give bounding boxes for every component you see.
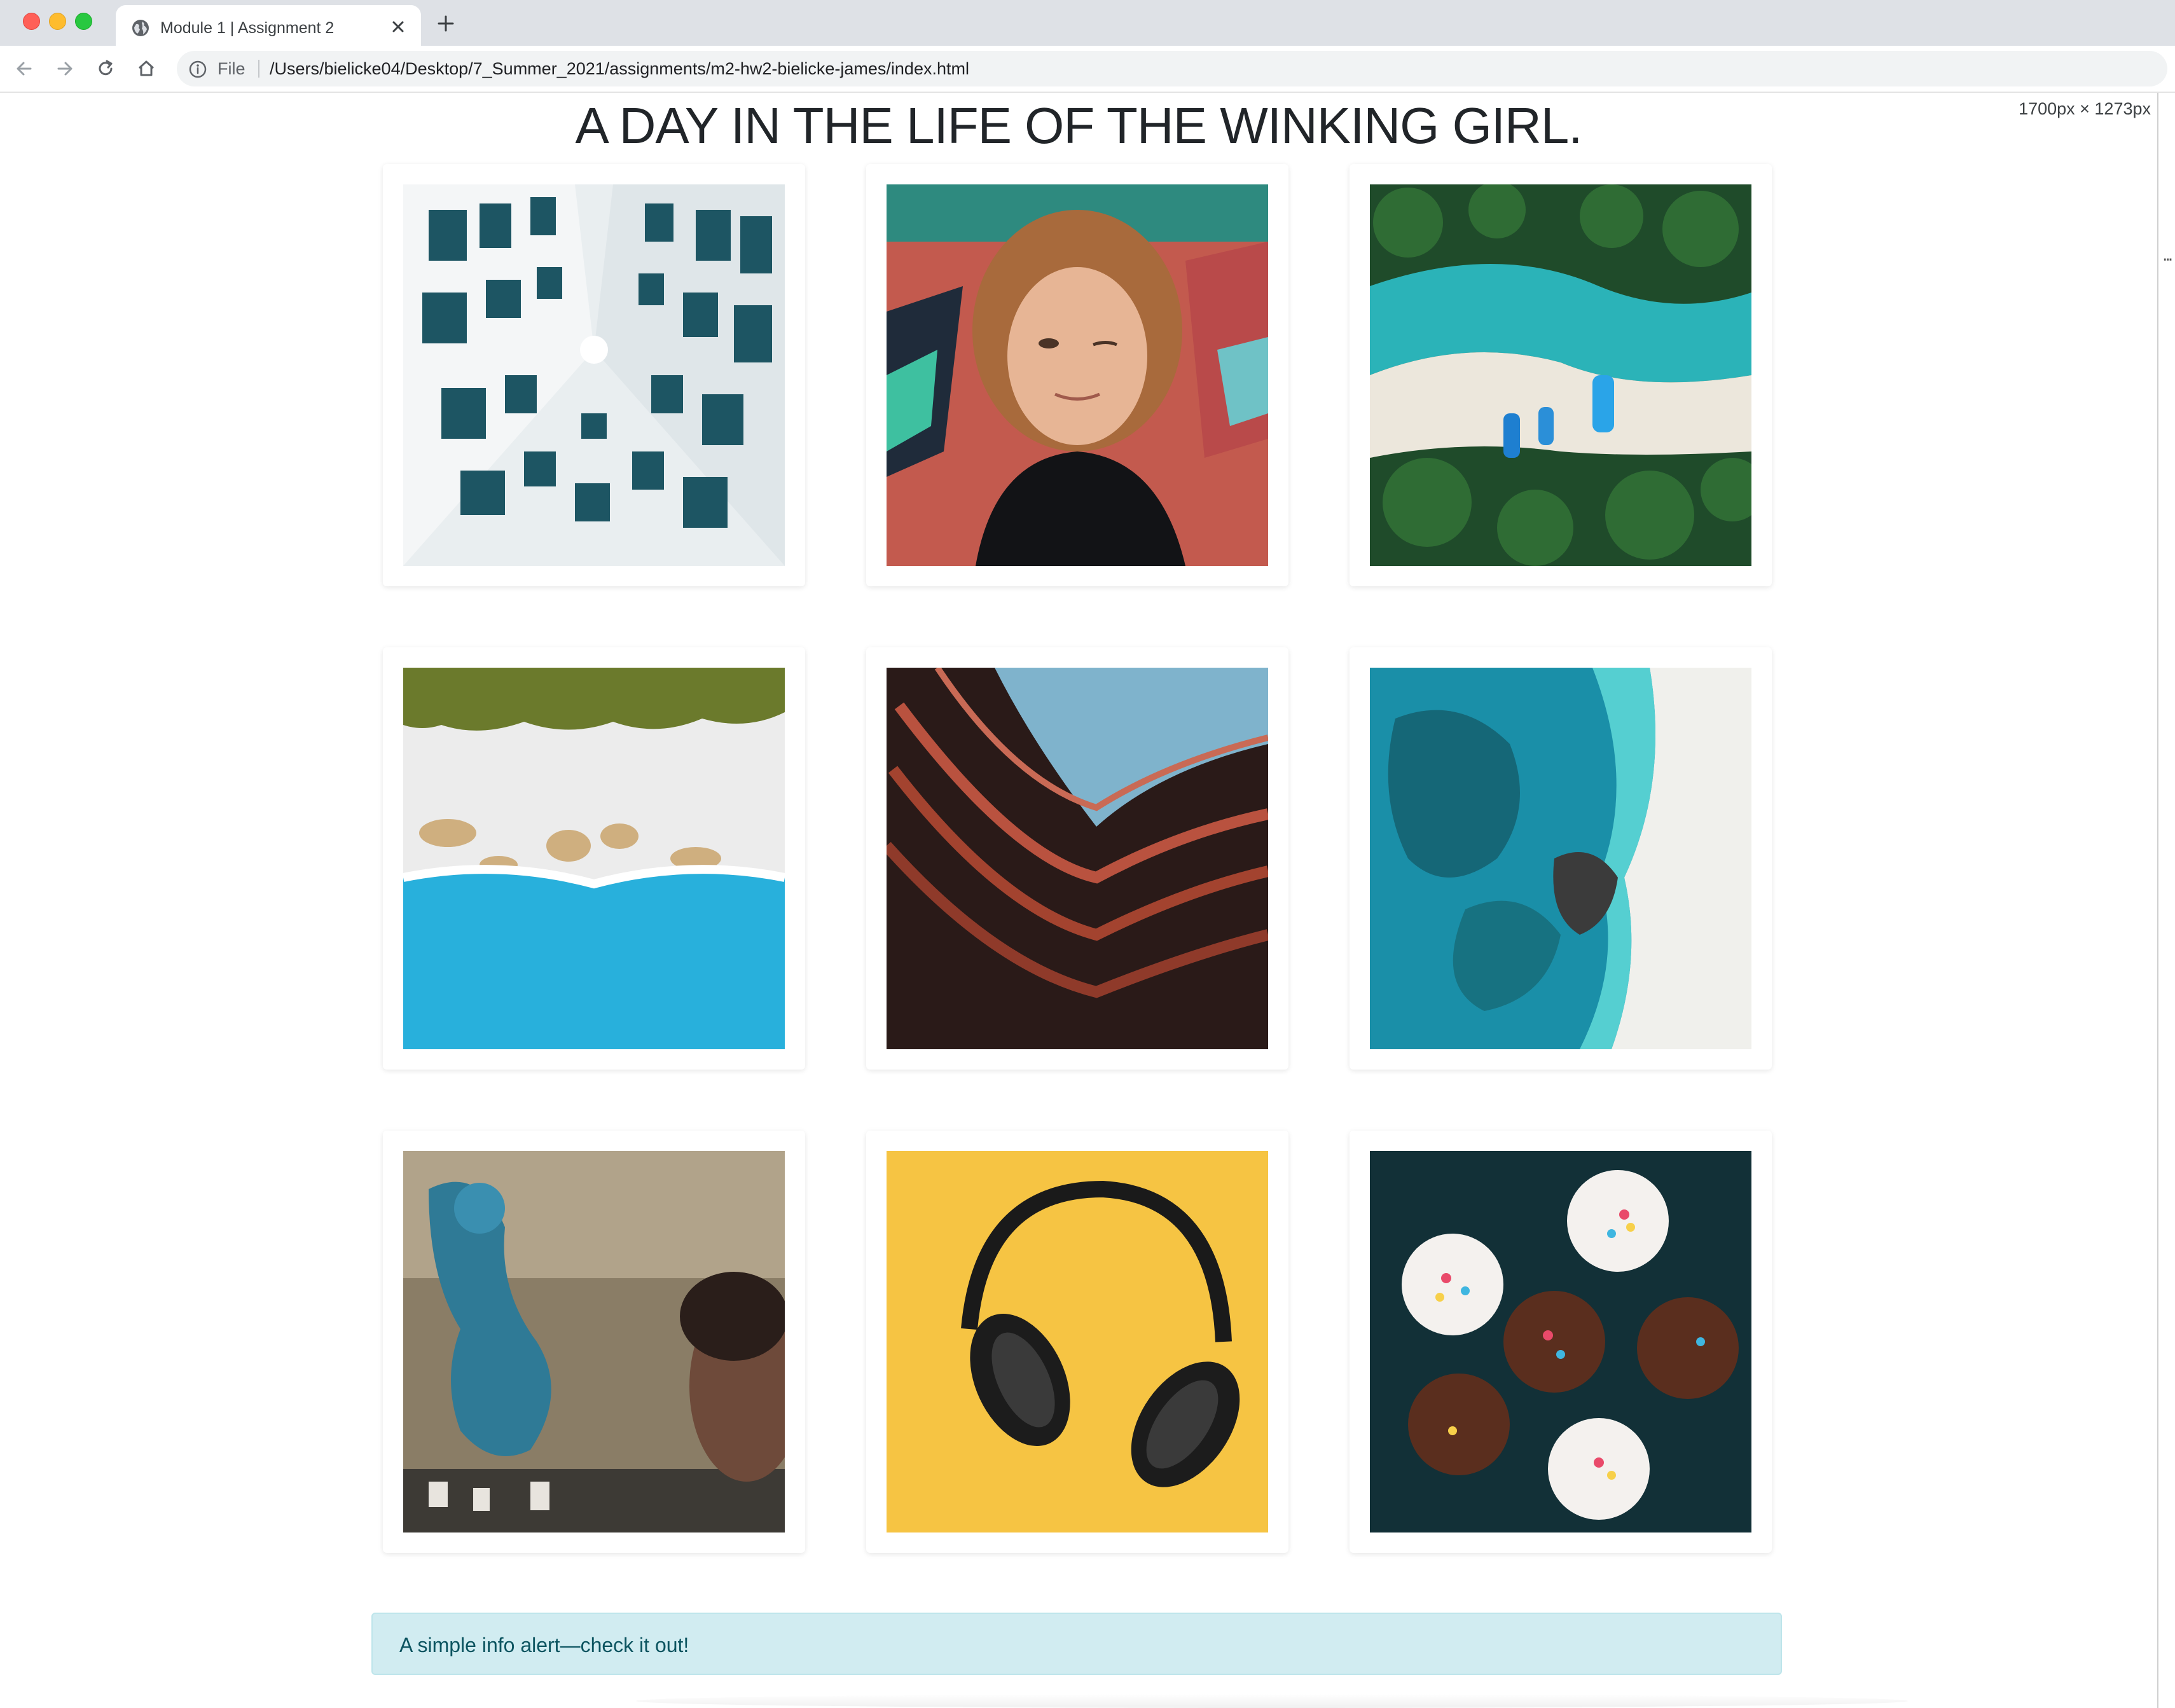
gallery-image-curved-building bbox=[887, 668, 1268, 1049]
gallery-card bbox=[1350, 647, 1772, 1070]
address-bar[interactable]: File /Users/bielicke04/Desktop/7_Summer_… bbox=[177, 51, 2167, 86]
page-title: A DAY IN THE LIFE OF THE WINKING GIRL. bbox=[575, 97, 1582, 154]
gallery-image-building bbox=[403, 184, 785, 566]
gallery-card bbox=[866, 647, 1288, 1070]
gallery-image-winking-girl bbox=[887, 184, 1268, 566]
address-divider bbox=[258, 60, 259, 78]
browser-toolbar: File /Users/bielicke04/Desktop/7_Summer_… bbox=[0, 46, 2175, 93]
home-icon[interactable] bbox=[135, 57, 158, 80]
gallery-card bbox=[383, 647, 805, 1070]
gallery-image-aerial-beach bbox=[1370, 184, 1751, 566]
gallery-card bbox=[866, 1131, 1288, 1553]
window-close-button[interactable] bbox=[23, 13, 40, 30]
gallery-image-cupcakes bbox=[1370, 1151, 1751, 1532]
gallery-image-street-mural bbox=[403, 1151, 785, 1532]
gallery-image-reef-beach bbox=[1370, 668, 1751, 1049]
gallery-image-headphones bbox=[887, 1151, 1268, 1532]
forward-arrow-icon[interactable] bbox=[53, 57, 76, 80]
gallery-card bbox=[1350, 164, 1772, 586]
back-arrow-icon[interactable] bbox=[13, 57, 36, 80]
browser-tab-strip: Module 1 | Assignment 2 bbox=[0, 0, 2175, 46]
url-text[interactable]: /Users/bielicke04/Desktop/7_Summer_2021/… bbox=[270, 51, 969, 86]
close-tab-icon[interactable] bbox=[389, 18, 407, 36]
window-maximize-button[interactable] bbox=[75, 13, 92, 30]
gallery-image-shoreline bbox=[403, 668, 785, 1049]
info-alert: A simple info alert—check it out! bbox=[371, 1613, 1782, 1675]
new-tab-icon[interactable] bbox=[436, 14, 455, 33]
devtools-panel-edge[interactable]: ⋯ bbox=[2157, 93, 2175, 1708]
scheme-label: File bbox=[218, 59, 245, 78]
tab-active[interactable]: Module 1 | Assignment 2 bbox=[116, 5, 421, 46]
info-icon[interactable] bbox=[188, 60, 207, 79]
gallery-card bbox=[1350, 1131, 1772, 1553]
tab-title: Module 1 | Assignment 2 bbox=[160, 19, 335, 37]
devtools-text: ⋯ bbox=[2164, 252, 2172, 268]
gallery-card bbox=[383, 1131, 805, 1553]
globe-icon bbox=[132, 20, 149, 36]
window-minimize-button[interactable] bbox=[49, 13, 66, 30]
reload-icon[interactable] bbox=[94, 57, 117, 80]
bottom-shadow bbox=[636, 1694, 1908, 1708]
gallery-card bbox=[383, 164, 805, 586]
gallery-card bbox=[866, 164, 1288, 586]
